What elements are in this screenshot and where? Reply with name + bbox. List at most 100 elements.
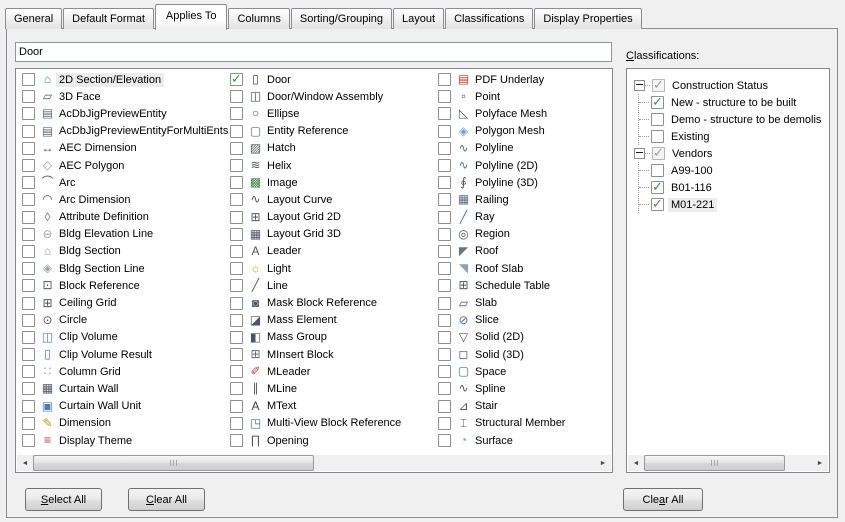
scroll-right-icon[interactable]: ► <box>595 455 611 471</box>
list-item-polyline[interactable]: ∿ Polyline <box>438 140 612 157</box>
list-item-solid-2d[interactable]: ▽ Solid (2D) <box>438 329 612 346</box>
list-item-light[interactable]: ☼ Light <box>230 260 432 277</box>
checkbox-display-theme[interactable] <box>22 434 35 448</box>
list-item-arc-dimension[interactable]: ◠ Arc Dimension <box>22 191 224 208</box>
list-item-block-reference[interactable]: ⊡ Block Reference <box>22 277 224 294</box>
checkbox-a99-100[interactable] <box>651 164 664 177</box>
scrollbar-thumb[interactable] <box>33 455 314 471</box>
checkbox-aec-dimension[interactable] <box>22 141 35 155</box>
checkbox-mass-group[interactable] <box>230 330 243 344</box>
checkbox-b01-116[interactable] <box>651 179 664 195</box>
tree-node-demo-structure-to-be-demolis[interactable]: Demo - structure to be demolis <box>639 111 829 128</box>
checkbox-slab[interactable] <box>438 296 451 310</box>
checkbox-minsert-block[interactable] <box>230 348 243 362</box>
checkbox-curtain-wall-unit[interactable] <box>22 399 35 413</box>
tree-node-construction-status[interactable]: Construction Status <box>627 77 829 94</box>
list-item-schedule-table[interactable]: ⊞ Schedule Table <box>438 277 612 294</box>
checkbox-stair[interactable] <box>438 399 451 413</box>
list-item-leader[interactable]: A Leader <box>230 243 432 260</box>
tab-sorting-grouping[interactable]: Sorting/Grouping <box>290 8 393 29</box>
checkbox-attribute-definition[interactable] <box>22 210 35 224</box>
checkbox-bldg-section-line[interactable] <box>22 262 35 276</box>
list-item-mline[interactable]: ∥ MLine <box>230 380 432 397</box>
checkbox-line[interactable] <box>230 279 243 293</box>
checkbox-mtext[interactable] <box>230 399 243 413</box>
checkbox-polyface-mesh[interactable] <box>438 107 451 121</box>
list-item-mask-block-reference[interactable]: ◙ Mask Block Reference <box>230 294 432 311</box>
checkbox-column-grid[interactable] <box>22 365 35 379</box>
checkbox-block-reference[interactable] <box>22 279 35 293</box>
checkbox-image[interactable] <box>230 176 243 190</box>
select-all-button[interactable]: Select All <box>25 488 102 511</box>
tree-node-a99-100[interactable]: A99-100 <box>639 162 829 179</box>
checkbox-helix[interactable] <box>230 159 243 173</box>
list-item-polygon-mesh[interactable]: ◈ Polygon Mesh <box>438 123 612 140</box>
checkbox-spline[interactable] <box>438 382 451 396</box>
checkbox-roof-slab[interactable] <box>438 262 451 276</box>
list-item-acdbjigpreviewentity[interactable]: ▤ AcDbJigPreviewEntity <box>22 105 224 122</box>
scroll-left-icon[interactable]: ◄ <box>17 455 33 471</box>
list-item-mleader[interactable]: ✐ MLeader <box>230 363 432 380</box>
tab-display-properties[interactable]: Display Properties <box>534 8 642 29</box>
checkbox-polyline[interactable] <box>438 141 451 155</box>
checkbox-layout-grid-2d[interactable] <box>230 210 243 224</box>
list-item-multi-view-block-reference[interactable]: ◳ Multi-View Block Reference <box>230 415 432 432</box>
list-item-aec-dimension[interactable]: ↔ AEC Dimension <box>22 140 224 157</box>
checkbox-polygon-mesh[interactable] <box>438 124 451 138</box>
checkbox-ceiling-grid[interactable] <box>22 296 35 310</box>
list-item-mtext[interactable]: A MText <box>230 398 432 415</box>
list-item-entity-reference[interactable]: ▢ Entity Reference <box>230 123 432 140</box>
tab-default-format[interactable]: Default Format <box>63 8 154 29</box>
list-item-display-theme[interactable]: ≡ Display Theme <box>22 432 224 449</box>
scrollbar-track[interactable] <box>33 455 595 471</box>
checkbox-layout-curve[interactable] <box>230 193 243 207</box>
list-item-roof[interactable]: ◤ Roof <box>438 243 612 260</box>
list-item-spline[interactable]: ∿ Spline <box>438 380 612 397</box>
list-item-layout-grid-3d[interactable]: ▦ Layout Grid 3D <box>230 226 432 243</box>
list-item-roof-slab[interactable]: ◥ Roof Slab <box>438 260 612 277</box>
list-item-mass-group[interactable]: ◧ Mass Group <box>230 329 432 346</box>
list-item-image[interactable]: ▩ Image <box>230 174 432 191</box>
list-item-helix[interactable]: ≋ Helix <box>230 157 432 174</box>
checkbox-arc[interactable] <box>22 176 35 190</box>
tree-node-m01-221[interactable]: M01-221 <box>639 196 829 213</box>
checkbox-circle[interactable] <box>22 313 35 327</box>
list-item-polyface-mesh[interactable]: ◺ Polyface Mesh <box>438 105 612 122</box>
checkbox-clip-volume-result[interactable] <box>22 348 35 362</box>
checkbox-surface[interactable] <box>438 434 451 448</box>
checkbox-mleader[interactable] <box>230 365 243 379</box>
scrollbar-track[interactable] <box>644 455 812 471</box>
checkbox-vendors[interactable] <box>652 145 665 161</box>
tree-node-vendors[interactable]: Vendors <box>627 145 829 162</box>
tree-node-b01-116[interactable]: B01-116 <box>639 179 829 196</box>
checkbox-railing[interactable] <box>438 193 451 207</box>
checkbox-acdbjigpreviewentity[interactable] <box>22 107 35 121</box>
list-item-acdbjigpreviewentityformultients[interactable]: ▤ AcDbJigPreviewEntityForMultiEnts <box>22 123 228 140</box>
checkbox-ray[interactable] <box>438 210 451 224</box>
tab-classifications[interactable]: Classifications <box>445 8 534 29</box>
list-item-polyline-3d[interactable]: ∮ Polyline (3D) <box>438 174 612 191</box>
checkbox-layout-grid-3d[interactable] <box>230 227 243 241</box>
tab-general[interactable]: General <box>5 8 63 29</box>
checkbox-polyline-3d[interactable] <box>438 176 451 190</box>
list-item-hatch[interactable]: ▨ Hatch <box>230 140 432 157</box>
checkbox-demo-structure-to-be-demolis[interactable] <box>651 113 664 126</box>
filter-input[interactable] <box>15 42 612 62</box>
checkbox-acdbjigpreviewentityformultients[interactable] <box>22 124 35 138</box>
checkbox-m01-221[interactable] <box>651 196 664 212</box>
checkbox-construction-status[interactable] <box>652 77 665 93</box>
collapse-toggle-icon[interactable] <box>634 148 645 159</box>
checkbox-pdf-underlay[interactable] <box>438 73 451 87</box>
list-item-arc[interactable]: ⌒ Arc <box>22 174 224 191</box>
list-item-attribute-definition[interactable]: ◊ Attribute Definition <box>22 209 224 226</box>
list-item-surface[interactable]: ◔ Surface <box>438 432 612 449</box>
list-item-solid-3d[interactable]: ◻ Solid (3D) <box>438 346 612 363</box>
list-item-structural-member[interactable]: ⌶ Structural Member <box>438 415 612 432</box>
checkbox-leader[interactable] <box>230 244 243 258</box>
list-item-ceiling-grid[interactable]: ⊞ Ceiling Grid <box>22 294 224 311</box>
list-item-minsert-block[interactable]: ⊞ MInsert Block <box>230 346 432 363</box>
checkbox-schedule-table[interactable] <box>438 279 451 293</box>
checkbox-space[interactable] <box>438 365 451 379</box>
checkbox-2d-section-elevation[interactable] <box>22 73 35 87</box>
checkbox-polyline-2d[interactable] <box>438 159 451 173</box>
